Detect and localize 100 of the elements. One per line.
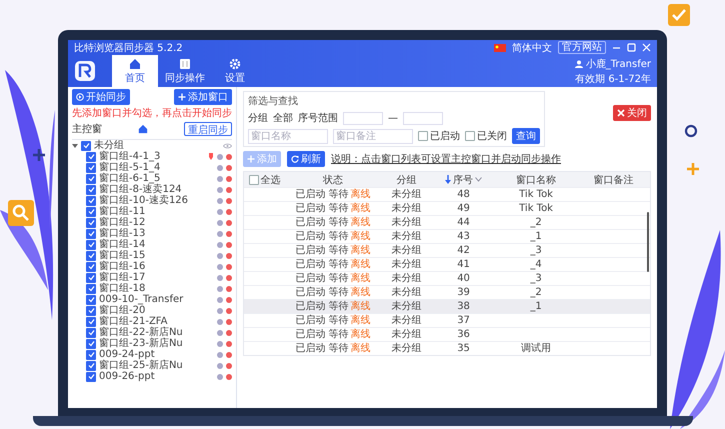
checkbox[interactable] <box>86 338 96 348</box>
tree-item[interactable]: 窗口组-5-1_4 <box>99 162 214 173</box>
dot-icon[interactable] <box>217 154 223 160</box>
restart-button[interactable]: 重启同步 <box>184 122 232 136</box>
table-row[interactable]: 已启动 等待 离线 未分组 40 _3 <box>244 272 650 286</box>
checkbox[interactable] <box>86 350 96 360</box>
name-field[interactable]: 窗口名称 <box>248 128 328 144</box>
nav-tab[interactable]: 同步操作 <box>162 55 208 87</box>
checkbox[interactable] <box>86 284 96 294</box>
remove-dot-icon[interactable] <box>226 340 232 346</box>
checkbox[interactable] <box>86 218 96 228</box>
range-start-field[interactable] <box>343 112 383 124</box>
close-button[interactable]: 关闭 <box>613 105 651 121</box>
tree-item[interactable]: 009-24-ppt <box>99 349 214 360</box>
close-icon[interactable] <box>642 43 651 52</box>
tree-item[interactable]: 窗口组-18 <box>99 283 214 294</box>
remove-dot-icon[interactable] <box>226 308 232 314</box>
checkbox[interactable] <box>248 174 259 184</box>
remove-dot-icon[interactable] <box>226 374 232 380</box>
table-row[interactable]: 已启动 等待 离线 未分组 43 _1 <box>244 230 650 244</box>
tree-item[interactable]: 窗口组-12 <box>99 217 214 228</box>
tree-item[interactable]: 窗口组-14 <box>99 239 214 250</box>
remove-dot-icon[interactable] <box>226 286 232 292</box>
range-end-field[interactable] <box>403 112 443 124</box>
remove-dot-icon[interactable] <box>226 296 232 302</box>
tree-item[interactable]: 窗口组-15 <box>99 250 214 261</box>
dot-icon[interactable] <box>217 208 223 214</box>
remove-dot-icon[interactable] <box>226 330 232 336</box>
remove-dot-icon[interactable] <box>226 186 232 192</box>
tree-item[interactable]: 窗口组-25-新店Nu <box>99 360 214 371</box>
chevron-down-icon[interactable] <box>475 177 482 182</box>
maximize-icon[interactable] <box>627 43 636 52</box>
table-row[interactable]: 已启动 等待 离线 未分组 48 Tik Tok <box>244 188 650 202</box>
tree-item[interactable]: 窗口组-20 <box>99 305 214 316</box>
dot-icon[interactable] <box>217 220 223 226</box>
nav-tab[interactable]: 设置 <box>212 55 258 87</box>
dot-icon[interactable] <box>217 186 223 192</box>
tree-item[interactable]: 窗口组-10-速卖126 <box>99 195 214 206</box>
checkbox[interactable] <box>86 294 96 304</box>
tree-item[interactable]: 窗口组-23-新店Nu <box>99 338 214 349</box>
table-row[interactable]: 已启动 等待 离线 未分组 44 _2 <box>244 216 650 230</box>
checkbox[interactable] <box>86 250 96 260</box>
dot-icon[interactable] <box>217 362 223 368</box>
checkbox[interactable] <box>86 206 96 216</box>
table-row[interactable]: 已启动 等待 离线 未分组 37 <box>244 314 650 328</box>
sort-arrow-icon[interactable] <box>445 175 452 184</box>
table-row[interactable]: 已启动 等待 离线 未分组 38 _1 <box>244 300 650 314</box>
tree-item[interactable]: 窗口组-21-ZFA <box>99 316 214 327</box>
remove-dot-icon[interactable] <box>226 230 232 236</box>
checkbox[interactable] <box>86 328 96 338</box>
dot-icon[interactable] <box>217 274 223 280</box>
dot-icon[interactable] <box>217 252 223 258</box>
note-field[interactable]: 窗口备注 <box>333 128 413 144</box>
remove-dot-icon[interactable] <box>226 274 232 280</box>
tree-item[interactable]: 窗口组-4-1_3 <box>99 151 205 162</box>
checkbox[interactable] <box>86 196 96 206</box>
checkbox[interactable] <box>86 174 96 184</box>
dot-icon[interactable] <box>217 198 223 204</box>
checkbox[interactable] <box>86 262 96 272</box>
website-button[interactable]: 官方网站 <box>558 41 606 54</box>
remove-dot-icon[interactable] <box>226 164 232 170</box>
instruction-link[interactable]: 说明：点击窗口列表可设置主控窗口并启动同步操作 <box>331 152 561 166</box>
table-row[interactable]: 已启动 等待 离线 未分组 36 <box>244 328 650 342</box>
checkbox[interactable] <box>86 162 96 172</box>
tree-item[interactable]: 009-10-_Transfer <box>99 294 214 305</box>
tree-item[interactable]: 窗口组-6-1_5 <box>99 173 214 184</box>
checkbox[interactable] <box>86 152 96 162</box>
tree-item[interactable]: 009-26-ppt <box>99 371 214 382</box>
dot-icon[interactable] <box>217 318 223 324</box>
remove-dot-icon[interactable] <box>226 176 232 182</box>
group-select[interactable]: 全部 <box>273 111 293 125</box>
dot-icon[interactable] <box>217 164 223 170</box>
checkbox[interactable] <box>465 131 475 141</box>
dot-icon[interactable] <box>217 330 223 336</box>
checkbox[interactable] <box>81 140 91 150</box>
remove-dot-icon[interactable] <box>226 252 232 258</box>
tree-item[interactable]: 窗口组-8-速卖124 <box>99 184 214 195</box>
remove-dot-icon[interactable] <box>226 242 232 248</box>
remove-dot-icon[interactable] <box>226 198 232 204</box>
table-row[interactable]: 已启动 等待 离线 未分组 42 _3 <box>244 244 650 258</box>
tree-item[interactable]: 窗口组-22-新店Nu <box>99 327 214 338</box>
remove-dot-icon[interactable] <box>226 352 232 358</box>
refresh-button[interactable]: 刷新 <box>287 151 325 167</box>
checkbox[interactable] <box>86 306 96 316</box>
checkbox[interactable] <box>86 228 96 238</box>
tree-item[interactable]: 窗口组-16 <box>99 261 214 272</box>
dot-icon[interactable] <box>217 242 223 248</box>
remove-dot-icon[interactable] <box>226 318 232 324</box>
dot-icon[interactable] <box>217 230 223 236</box>
remove-dot-icon[interactable] <box>226 362 232 368</box>
checkbox[interactable] <box>86 184 96 194</box>
checkbox[interactable] <box>86 372 96 382</box>
dot-icon[interactable] <box>217 374 223 380</box>
query-button[interactable]: 查询 <box>512 128 540 144</box>
add-window-button[interactable]: 添加窗口 <box>174 89 232 105</box>
tree-item[interactable]: 未分组 <box>94 140 220 151</box>
checkbox[interactable] <box>86 316 96 326</box>
checkbox[interactable] <box>86 240 96 250</box>
remove-dot-icon[interactable] <box>226 208 232 214</box>
language-selector[interactable]: 简体中文 <box>512 40 552 54</box>
